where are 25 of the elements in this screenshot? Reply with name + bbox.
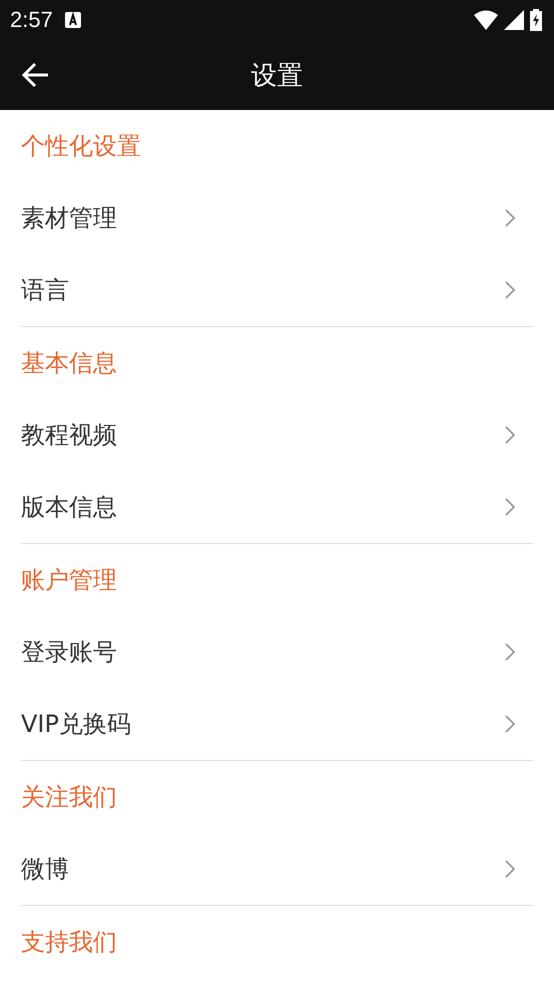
signal-icon bbox=[504, 10, 524, 30]
section-header: 基本信息 bbox=[21, 348, 117, 379]
settings-item[interactable]: 登录账号 bbox=[21, 616, 533, 688]
chevron-right-icon bbox=[505, 715, 515, 733]
chevron-right-icon bbox=[505, 643, 515, 661]
wifi-icon bbox=[474, 10, 498, 30]
settings-item[interactable]: 微博 bbox=[21, 833, 533, 905]
section-header: 个性化设置 bbox=[21, 131, 141, 162]
chevron-right-icon bbox=[505, 281, 515, 299]
chevron-right-icon bbox=[505, 209, 515, 227]
page-title: 设置 bbox=[251, 60, 303, 92]
settings-item[interactable]: 版本信息 bbox=[21, 471, 533, 543]
battery-icon bbox=[530, 9, 542, 31]
chevron-right-icon bbox=[505, 426, 515, 444]
settings-item[interactable]: VIP兑换码 bbox=[21, 688, 533, 760]
settings-item[interactable]: 教程视频 bbox=[21, 399, 533, 471]
notification-icon bbox=[64, 12, 81, 28]
status-time: 2:57 bbox=[10, 7, 53, 33]
settings-item[interactable]: 素材管理 bbox=[21, 182, 533, 254]
section-header: 关注我们 bbox=[21, 782, 117, 813]
section-header: 支持我们 bbox=[21, 927, 117, 958]
chevron-right-icon bbox=[505, 498, 515, 516]
settings-item[interactable]: 语言 bbox=[21, 254, 533, 326]
chevron-right-icon bbox=[505, 860, 515, 878]
section-header: 账户管理 bbox=[21, 565, 117, 596]
